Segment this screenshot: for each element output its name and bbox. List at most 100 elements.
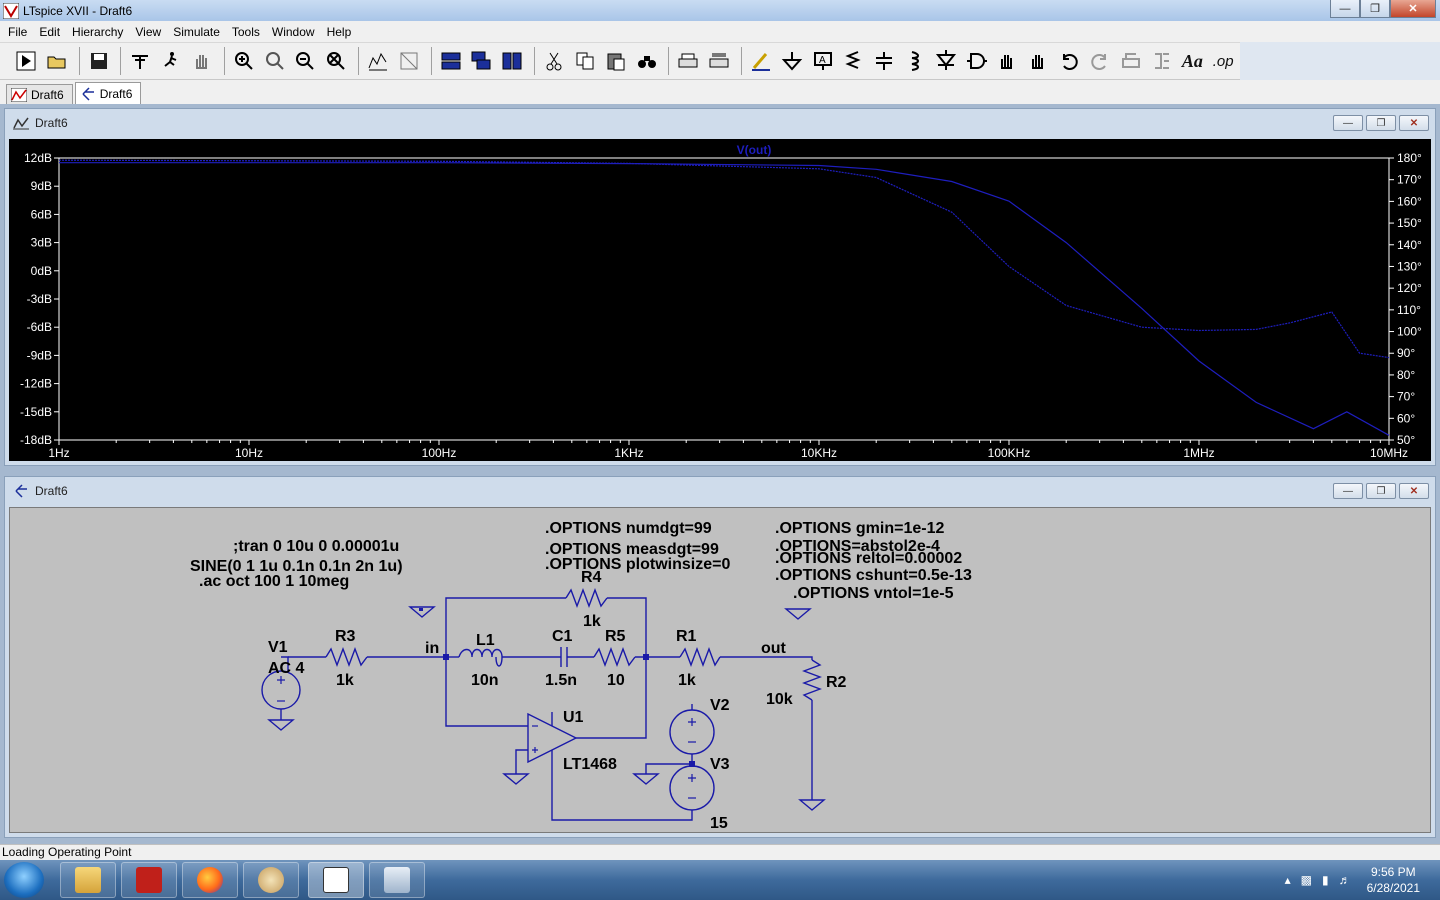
directive-options-plotwinsize[interactable]: .OPTIONS plotwinsize=0 [545,556,730,573]
c1-value-label: 1.5n [545,672,577,689]
minimize-button[interactable]: — [1330,0,1360,18]
cut-icon[interactable] [540,47,568,75]
zoom-area-icon[interactable] [261,47,289,75]
y-left-tick-label: 12dB [24,151,52,165]
menu-simulate[interactable]: Simulate [167,25,226,39]
waveform-plot-area[interactable]: 12dB 9dB 6dB 3dB 0dB -3dB -6dB -9dB -12dB -15dB -1… [9,139,1431,461]
directive-options-cshunt[interactable]: .OPTIONS cshunt=0.5e-13 [775,567,972,584]
halt-icon[interactable] [157,47,185,75]
taskbar-ltspice[interactable] [308,862,364,898]
y-right-tick-label: 80° [1397,368,1415,382]
y-right-tick-label: 170° [1397,173,1422,187]
taskbar-paint[interactable] [243,862,299,898]
v3-name-label: V3 [710,756,730,773]
menu-tools[interactable]: Tools [226,25,266,39]
ground-symbol [632,773,660,785]
r5-resistor-symbol [593,647,636,667]
directive-options-reltol[interactable]: .OPTIONS reltol=0.00002 [775,550,962,567]
maximize-button[interactable]: ❐ [1360,0,1390,18]
clock[interactable]: 9:56 PM 6/28/2021 [1367,864,1420,896]
print-preview-icon[interactable] [705,47,733,75]
label-icon[interactable]: A [809,47,837,75]
volume-icon[interactable]: ♬ [1339,873,1351,887]
menu-edit[interactable]: Edit [33,25,66,39]
taskbar-acrobat[interactable] [121,862,177,898]
diode-icon[interactable] [932,47,960,75]
fit-icon[interactable] [395,47,423,75]
waveform-close-button[interactable]: ✕ [1399,115,1429,131]
menu-file[interactable]: File [2,25,33,39]
y-left-tick-label: 6dB [31,207,52,221]
directive-ac[interactable]: .ac oct 100 1 10meg [199,573,349,590]
component-icon[interactable] [963,47,991,75]
schematic-canvas[interactable]: ;tran 0 10u 0 0.00001u SINE(0 1 1u 0.1n … [9,507,1431,833]
mdi-workspace: Draft6 — ❐ ✕ 12dB 9dB 6dB 3dB 0dB -3dB -6dB -9d… [0,104,1440,844]
inductor-icon[interactable] [901,47,929,75]
x-tick-label: 100Hz [422,446,457,460]
toolbar-separator [668,47,670,75]
c1-capacitor-symbol [560,647,568,667]
menu-help[interactable]: Help [321,25,358,39]
directive-options-numdgt[interactable]: .OPTIONS numdgt=99 [545,520,712,537]
ground-icon[interactable] [778,47,806,75]
save-icon[interactable] [85,47,113,75]
junction-dot [643,654,649,660]
waveform-restore-button[interactable]: ❐ [1366,115,1396,131]
directive-options-gmin[interactable]: .OPTIONS gmin=1e-12 [775,520,944,537]
capacitor-icon[interactable] [870,47,898,75]
control-panel-icon[interactable] [126,47,154,75]
taskbar-firefox[interactable] [182,862,238,898]
show-hidden-icons-icon[interactable]: ▴ [1285,873,1291,887]
resistor-icon[interactable] [840,47,868,75]
taskbar-calculator[interactable] [369,862,425,898]
tile-horizontal-icon[interactable] [437,47,465,75]
tab-schematic-draft6[interactable]: Draft6 [74,82,142,104]
schematic-restore-button[interactable]: ❐ [1366,483,1396,499]
tile-vertical-icon[interactable] [498,47,526,75]
zoom-cancel-icon[interactable] [322,47,350,75]
redo-icon[interactable] [1086,47,1114,75]
spice-directive-icon[interactable]: .op [1209,47,1237,75]
start-button[interactable] [4,862,44,898]
paste-icon[interactable] [602,47,630,75]
copy-icon[interactable] [571,47,599,75]
directive-options-vntol[interactable]: .OPTIONS vntol=1e-5 [793,585,954,602]
zoom-out-icon[interactable] [292,47,320,75]
y-left-tick-label: 9dB [31,179,52,193]
wire [445,597,566,657]
v2-source-symbol[interactable] [669,709,715,755]
close-button[interactable]: ✕ [1390,0,1436,18]
cascade-icon[interactable] [468,47,496,75]
schematic-close-button[interactable]: ✕ [1399,483,1429,499]
run-icon[interactable] [12,47,40,75]
find-icon[interactable] [633,47,661,75]
tab-waveform-draft6[interactable]: Draft6 [6,84,73,104]
open-icon[interactable] [43,47,71,75]
taskbar-file-explorer[interactable] [60,862,116,898]
pan-icon[interactable] [188,47,216,75]
text-icon[interactable]: Aa [1178,47,1206,75]
power-icon[interactable]: ▮ [1322,873,1329,887]
undo-icon[interactable] [1055,47,1083,75]
drag-icon[interactable] [1024,47,1052,75]
r1-name-label: R1 [676,628,697,645]
mirror-icon[interactable] [1148,47,1176,75]
zoom-in-icon[interactable] [230,47,258,75]
rotate-icon[interactable] [1117,47,1145,75]
menu-window[interactable]: Window [266,25,321,39]
network-icon[interactable]: ▩ [1301,873,1312,887]
autorange-icon[interactable] [364,47,392,75]
schematic-minimize-button[interactable]: — [1333,483,1363,499]
wire-icon[interactable] [747,47,775,75]
waveform-minimize-button[interactable]: — [1333,115,1363,131]
menu-hierarchy[interactable]: Hierarchy [66,25,129,39]
move-icon[interactable] [994,47,1022,75]
v3-source-symbol[interactable] [669,765,715,811]
y-right-tick-label: 180° [1397,151,1422,165]
ground-symbol [267,719,295,731]
menu-view[interactable]: View [129,25,167,39]
directive-tran[interactable]: ;tran 0 10u 0 0.00001u [233,538,399,555]
y-right-tick-label: 60° [1397,411,1415,425]
wire [515,749,528,774]
print-icon[interactable] [674,47,702,75]
